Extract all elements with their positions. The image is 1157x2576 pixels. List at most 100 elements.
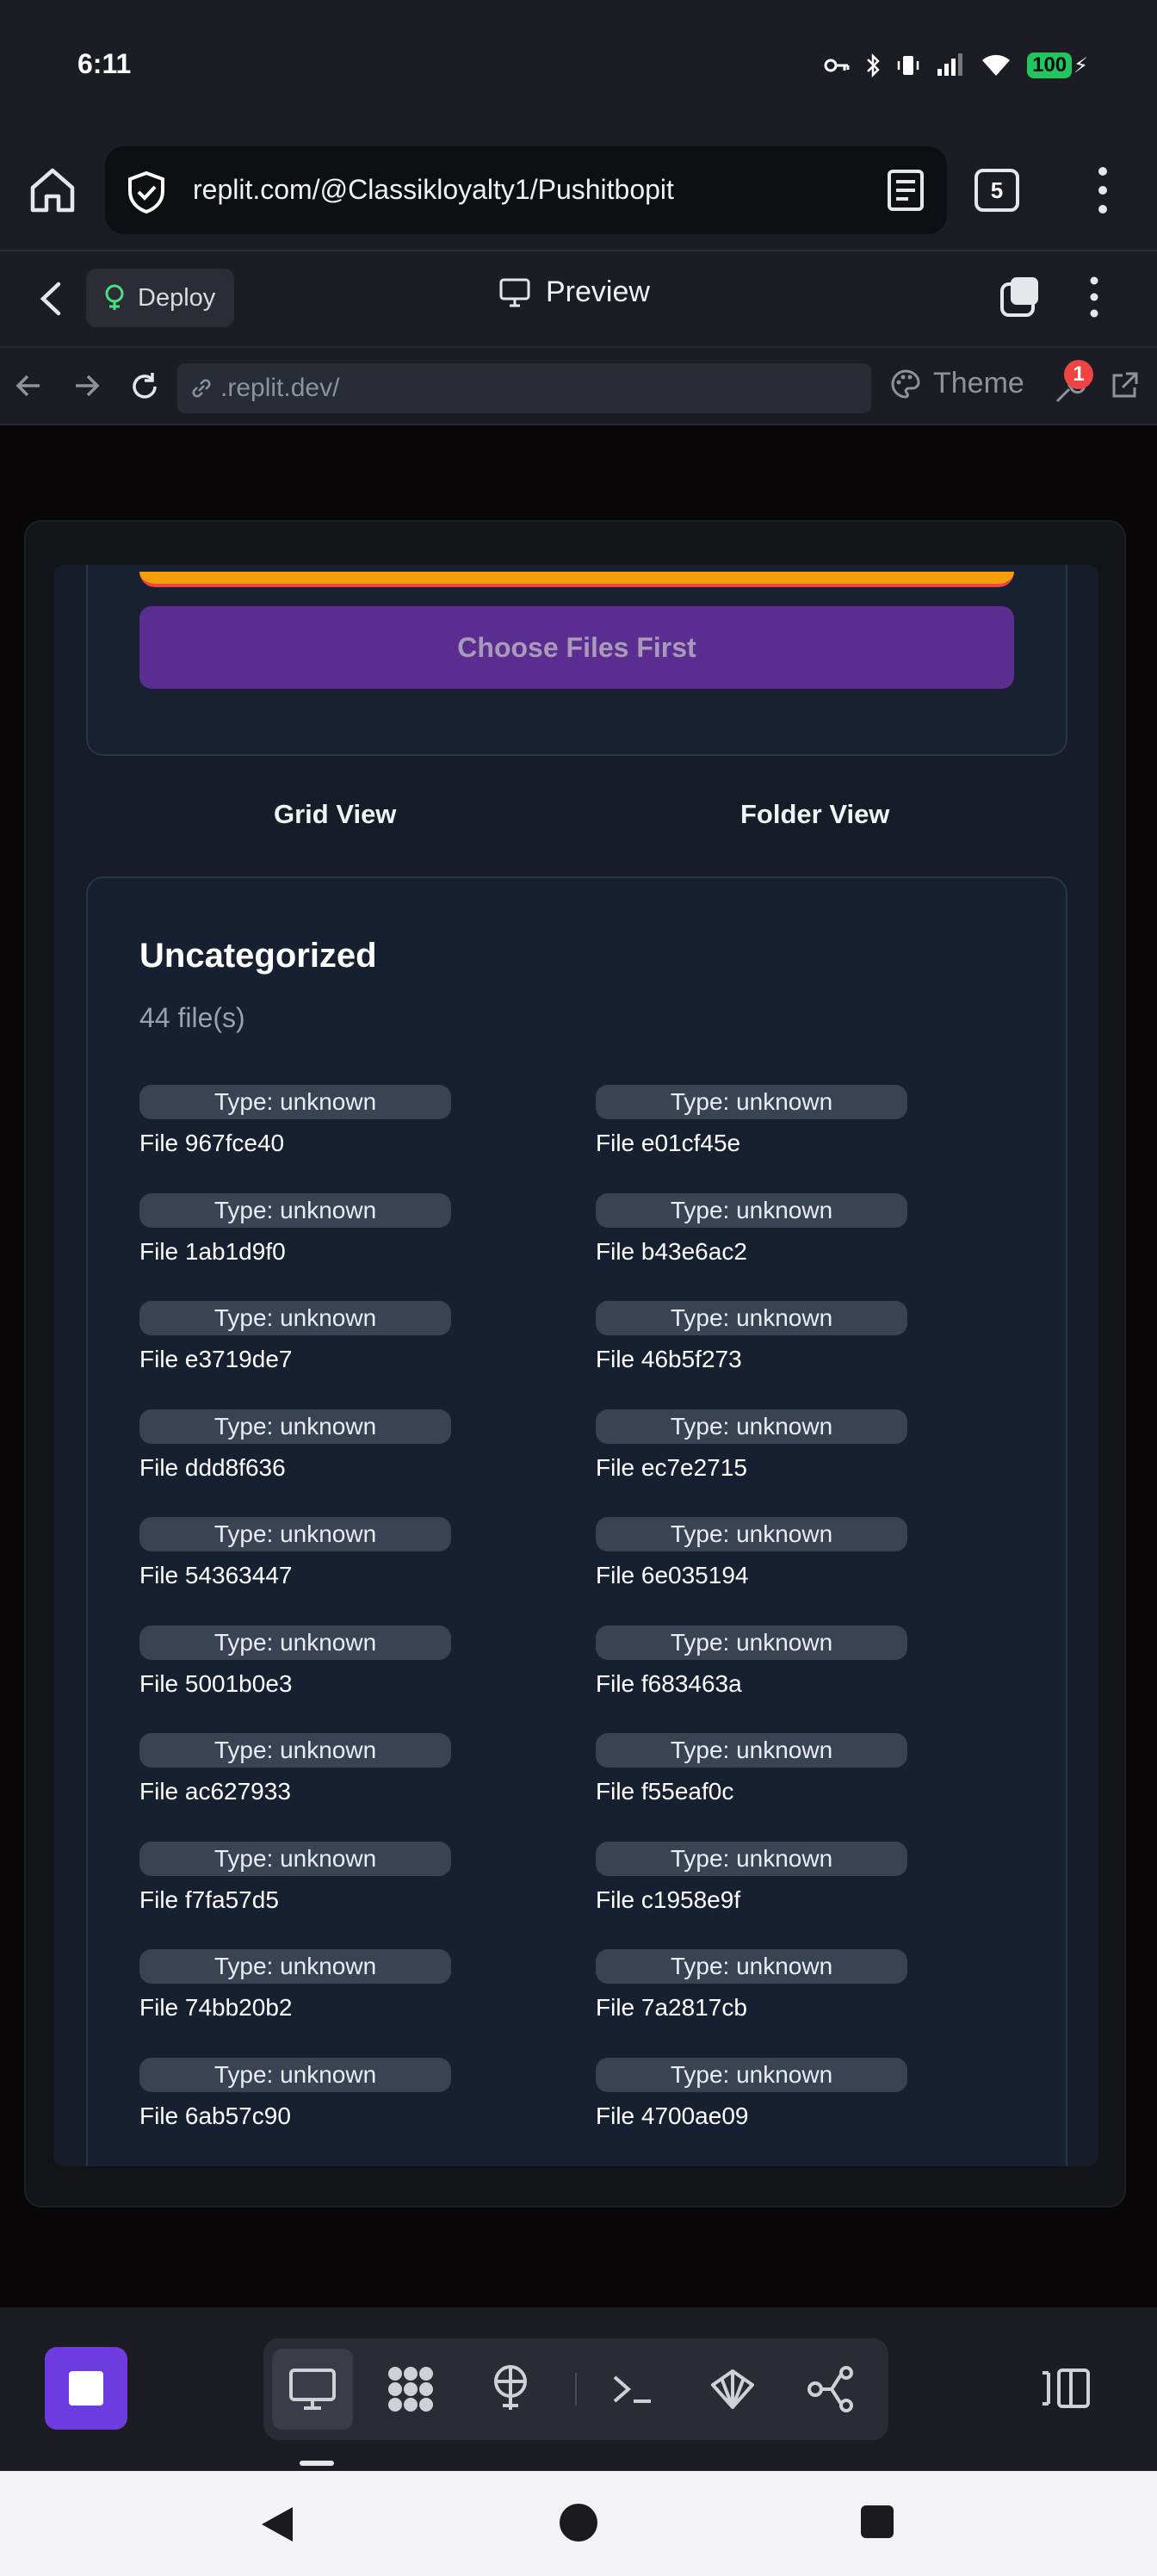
file-item[interactable]: Type: unknown File 5001b0e3 bbox=[139, 1625, 484, 1712]
folder-view-tab[interactable]: Folder View bbox=[740, 799, 889, 830]
tabs-tile-icon[interactable] bbox=[999, 276, 1042, 319]
browser-toolbar: replit.com/@Classikloyalty1/Pushitbopit … bbox=[0, 129, 1157, 251]
file-type-badge: Type: unknown bbox=[596, 1625, 907, 1660]
file-item[interactable]: Type: unknown File ddd8f636 bbox=[139, 1409, 484, 1495]
webview-address-field[interactable]: .replit.dev/ bbox=[177, 363, 871, 413]
forward-arrow-icon[interactable] bbox=[72, 370, 102, 401]
ai-icon[interactable] bbox=[692, 2349, 773, 2430]
file-name[interactable]: File f7fa57d5 bbox=[139, 1886, 279, 1914]
side-panel-icon[interactable] bbox=[1040, 2368, 1092, 2409]
webview-address-text[interactable]: .replit.dev/ bbox=[220, 374, 339, 403]
file-item[interactable]: Type: unknown File 46b5f273 bbox=[596, 1301, 940, 1387]
stop-button[interactable] bbox=[45, 2347, 127, 2430]
deploy-icon[interactable] bbox=[470, 2349, 551, 2430]
more-options-icon[interactable] bbox=[1083, 276, 1105, 319]
file-item[interactable]: Type: unknown File ac627933 bbox=[139, 1733, 484, 1819]
file-name[interactable]: File b43e6ac2 bbox=[596, 1238, 747, 1266]
file-type-badge: Type: unknown bbox=[596, 1301, 907, 1335]
file-item[interactable]: Type: unknown File e3719de7 bbox=[139, 1301, 484, 1387]
link-icon bbox=[192, 379, 211, 398]
file-name[interactable]: File 4700ae09 bbox=[596, 2102, 748, 2130]
file-name[interactable]: File 54363447 bbox=[139, 1562, 292, 1589]
theme-button[interactable]: Theme bbox=[890, 367, 1024, 400]
system-recents-icon[interactable] bbox=[861, 2505, 894, 2538]
file-name[interactable]: File 5001b0e3 bbox=[139, 1670, 292, 1698]
toolbar-separator bbox=[575, 2373, 577, 2406]
file-item[interactable]: Type: unknown File c1958e9f bbox=[596, 1841, 940, 1928]
replit-bottom-toolbar bbox=[0, 2307, 1157, 2471]
theme-label: Theme bbox=[933, 367, 1024, 399]
stop-icon bbox=[69, 2371, 103, 2406]
choose-files-button[interactable]: Choose Files First bbox=[139, 606, 1014, 689]
deploy-button[interactable]: Deploy bbox=[86, 269, 234, 327]
file-item[interactable]: Type: unknown File 54363447 bbox=[139, 1517, 484, 1603]
grid-view-tab[interactable]: Grid View bbox=[274, 799, 396, 830]
upload-warning-bar bbox=[139, 572, 1014, 587]
browser-menu-icon[interactable] bbox=[1090, 164, 1116, 217]
preview-icon[interactable] bbox=[272, 2349, 353, 2430]
file-name[interactable]: File 74bb20b2 bbox=[139, 1994, 292, 2022]
file-item[interactable]: Type: unknown File 1ab1d9f0 bbox=[139, 1192, 484, 1279]
preview-content: Choose Files First Grid View Folder View… bbox=[0, 425, 1157, 2307]
reload-icon[interactable] bbox=[129, 370, 160, 403]
file-item[interactable]: Type: unknown File 74bb20b2 bbox=[139, 1949, 484, 2035]
tab-switcher-button[interactable]: 5 bbox=[974, 169, 1019, 212]
file-name[interactable]: File e01cf45e bbox=[596, 1130, 740, 1157]
file-item[interactable]: Type: unknown File 967fce40 bbox=[139, 1085, 484, 1171]
battery-indicator: 100 ⚡ bbox=[1027, 53, 1088, 78]
shell-icon[interactable] bbox=[592, 2349, 673, 2430]
file-type-badge: Type: unknown bbox=[139, 1949, 451, 1984]
palette-icon bbox=[891, 368, 920, 399]
file-name[interactable]: File 7a2817cb bbox=[596, 1994, 747, 2022]
file-type-badge: Type: unknown bbox=[139, 2057, 451, 2092]
back-arrow-icon[interactable] bbox=[14, 370, 43, 401]
file-name[interactable]: File 967fce40 bbox=[139, 1130, 284, 1157]
file-item[interactable]: Type: unknown File 6ab57c90 bbox=[139, 2057, 484, 2144]
file-name[interactable]: File ec7e2715 bbox=[596, 1454, 747, 1482]
file-name[interactable]: File f683463a bbox=[596, 1670, 742, 1698]
file-name[interactable]: File 6ab57c90 bbox=[139, 2102, 291, 2130]
deploy-icon bbox=[105, 284, 124, 310]
devtools-badge: 1 bbox=[1064, 360, 1093, 389]
file-item[interactable]: Type: unknown File 7a2817cb bbox=[596, 1949, 940, 2035]
file-name[interactable]: File 46b5f273 bbox=[596, 1346, 742, 1373]
reader-mode-icon[interactable] bbox=[887, 169, 925, 212]
url-text[interactable]: replit.com/@Classikloyalty1/Pushitbopit bbox=[193, 174, 674, 206]
system-home-icon[interactable] bbox=[560, 2504, 597, 2542]
file-type-badge: Type: unknown bbox=[596, 1192, 907, 1228]
upload-card: Choose Files First bbox=[86, 565, 1067, 756]
file-item[interactable]: Type: unknown File b43e6ac2 bbox=[596, 1192, 940, 1279]
file-type-badge: Type: unknown bbox=[596, 1733, 907, 1768]
file-item[interactable]: Type: unknown File f55eaf0c bbox=[596, 1733, 940, 1819]
file-type-badge: Type: unknown bbox=[596, 1949, 907, 1984]
file-name[interactable]: File f55eaf0c bbox=[596, 1778, 733, 1805]
file-item[interactable]: Type: unknown File 6e035194 bbox=[596, 1517, 940, 1603]
back-chevron-icon[interactable] bbox=[34, 279, 69, 319]
apps-icon[interactable] bbox=[370, 2349, 451, 2430]
android-nav-bar bbox=[0, 2471, 1157, 2576]
battery-level: 100 bbox=[1027, 53, 1073, 78]
file-name[interactable]: File e3719de7 bbox=[139, 1346, 292, 1373]
file-name[interactable]: File ddd8f636 bbox=[139, 1454, 286, 1482]
site-security-icon[interactable] bbox=[126, 170, 167, 214]
file-item[interactable]: Type: unknown File 4700ae09 bbox=[596, 2057, 940, 2144]
file-name[interactable]: File c1958e9f bbox=[596, 1886, 740, 1914]
url-bar[interactable]: replit.com/@Classikloyalty1/Pushitbopit bbox=[105, 146, 947, 234]
file-name[interactable]: File 1ab1d9f0 bbox=[139, 1238, 286, 1266]
file-type-badge: Type: unknown bbox=[596, 2057, 907, 2092]
file-name[interactable]: File 6e035194 bbox=[596, 1562, 748, 1589]
file-item[interactable]: Type: unknown File ec7e2715 bbox=[596, 1409, 940, 1495]
file-type-badge: Type: unknown bbox=[139, 1841, 451, 1876]
system-back-icon[interactable] bbox=[258, 2505, 296, 2543]
key-icon bbox=[824, 59, 850, 72]
open-external-icon[interactable] bbox=[1109, 370, 1140, 401]
home-icon[interactable] bbox=[26, 164, 79, 217]
file-name[interactable]: File ac627933 bbox=[139, 1778, 291, 1805]
status-time: 6:11 bbox=[77, 48, 132, 79]
file-item[interactable]: Type: unknown File f683463a bbox=[596, 1625, 940, 1712]
active-tool-indicator bbox=[300, 2461, 334, 2466]
file-item[interactable]: Type: unknown File f7fa57d5 bbox=[139, 1841, 484, 1928]
git-icon[interactable] bbox=[790, 2349, 871, 2430]
file-item[interactable]: Type: unknown File e01cf45e bbox=[596, 1085, 940, 1171]
file-type-badge: Type: unknown bbox=[139, 1085, 451, 1119]
